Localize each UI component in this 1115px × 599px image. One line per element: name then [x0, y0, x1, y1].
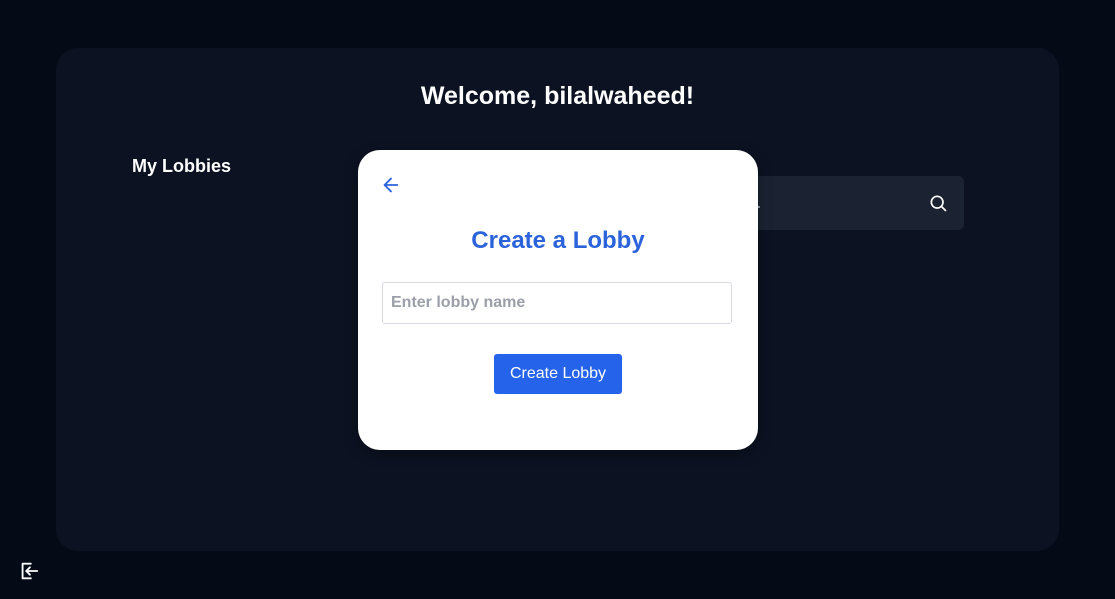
lobby-name-input[interactable] [382, 282, 732, 324]
my-lobbies-heading: My Lobbies [132, 156, 232, 176]
search-icon[interactable] [928, 193, 948, 213]
create-lobby-button[interactable]: Create Lobby [494, 354, 622, 394]
arrow-left-icon[interactable] [380, 174, 402, 196]
modal-title: Create a Lobby [471, 227, 645, 254]
create-lobby-modal: Create a Lobby Create Lobby [358, 150, 758, 450]
page-title: Welcome, bilalwaheed! [420, 82, 695, 110]
logout-icon[interactable] [18, 560, 40, 582]
